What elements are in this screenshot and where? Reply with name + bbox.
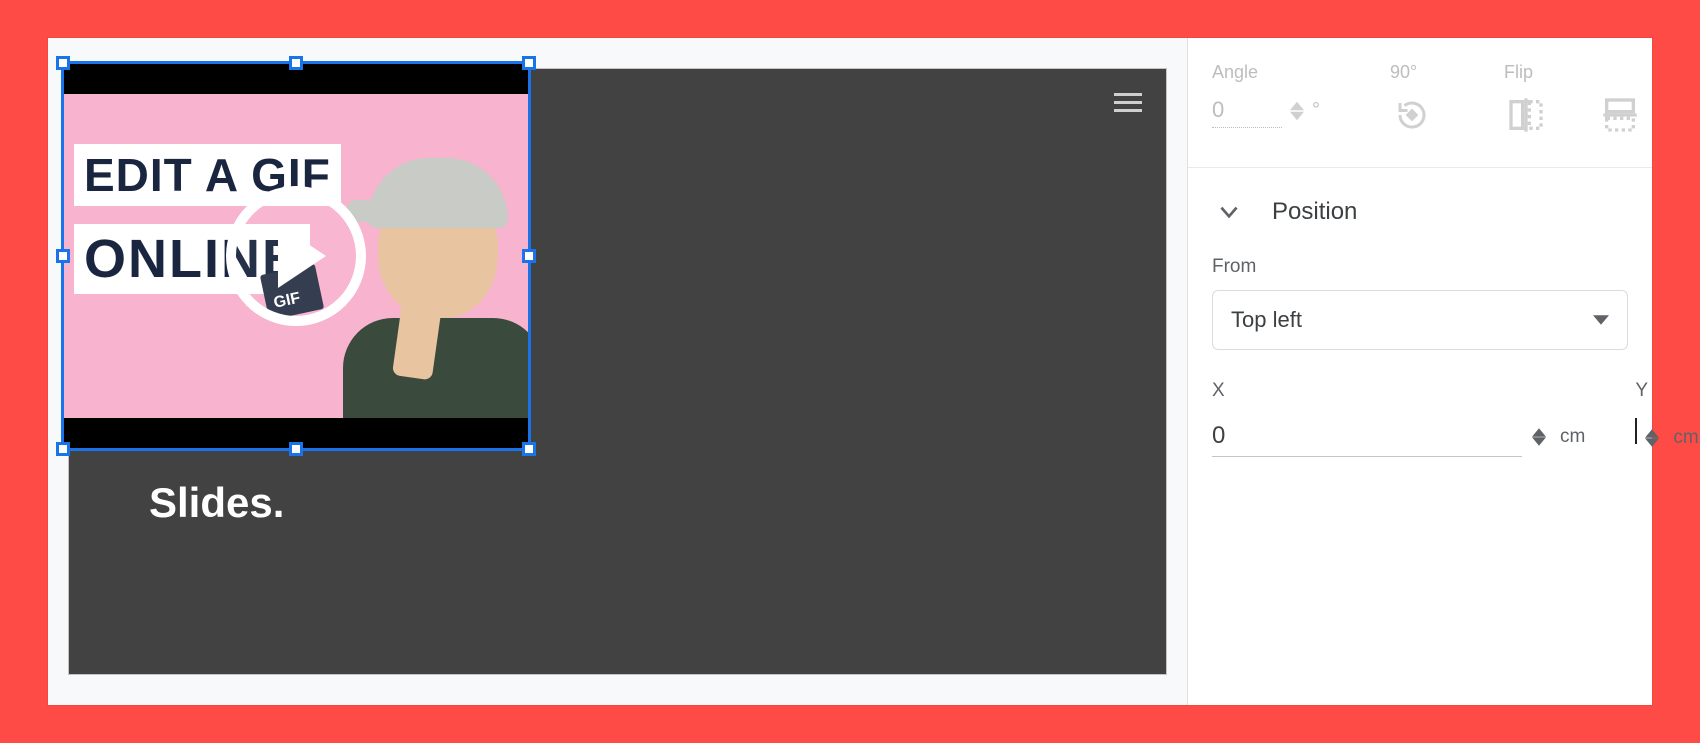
- selected-video-object[interactable]: EDIT A GIF ONLINE: [61, 61, 531, 451]
- from-label: From: [1212, 256, 1628, 278]
- x-column: X cm: [1212, 380, 1585, 459]
- angle-stepper[interactable]: [1290, 101, 1304, 121]
- app-window: EDIT A GIF ONLINE: [48, 38, 1652, 705]
- flip-group: Flip: [1504, 62, 1642, 137]
- hamburger-icon[interactable]: [1114, 93, 1142, 112]
- flip-vertical-icon[interactable]: [1598, 93, 1642, 137]
- slide-frame[interactable]: EDIT A GIF ONLINE: [68, 68, 1167, 675]
- dropdown-caret-icon: [1593, 312, 1609, 328]
- flip-horizontal-icon[interactable]: [1504, 93, 1548, 137]
- flip-label: Flip: [1504, 62, 1642, 83]
- angle-group: Angle °: [1212, 62, 1320, 128]
- resize-handle-bottom-right[interactable]: [522, 442, 536, 456]
- angle-label: Angle: [1212, 62, 1320, 83]
- y-unit: cm: [1673, 427, 1698, 449]
- chevron-down-icon: [1216, 199, 1242, 225]
- x-unit: cm: [1560, 426, 1585, 448]
- xy-row: X cm Y: [1188, 350, 1652, 459]
- x-input[interactable]: [1212, 416, 1522, 457]
- angle-input[interactable]: [1212, 93, 1282, 128]
- play-icon[interactable]: [226, 186, 366, 326]
- resize-handle-bottom-mid[interactable]: [289, 442, 303, 456]
- resize-handle-mid-left[interactable]: [56, 249, 70, 263]
- slide-title-text[interactable]: Slides.: [149, 479, 284, 527]
- from-block: From Top left: [1188, 252, 1652, 350]
- canvas-area: EDIT A GIF ONLINE: [48, 38, 1187, 705]
- position-section-header[interactable]: Position: [1188, 168, 1652, 252]
- format-options-panel: Angle ° 90°: [1187, 38, 1652, 705]
- rotate-90-group: 90°: [1390, 62, 1434, 137]
- rotate-90-label: 90°: [1390, 62, 1434, 83]
- y-stepper[interactable]: [1645, 429, 1659, 447]
- degree-symbol: °: [1312, 99, 1320, 122]
- x-label: X: [1212, 380, 1585, 402]
- resize-handle-top-left[interactable]: [56, 56, 70, 70]
- resize-handle-top-right[interactable]: [522, 56, 536, 70]
- from-dropdown-value: Top left: [1231, 307, 1302, 333]
- y-label: Y: [1635, 380, 1698, 402]
- x-stepper[interactable]: [1532, 428, 1546, 446]
- rotation-section: Angle ° 90°: [1188, 38, 1652, 168]
- resize-handle-top-mid[interactable]: [289, 56, 303, 70]
- resize-handle-mid-right[interactable]: [522, 249, 536, 263]
- from-dropdown[interactable]: Top left: [1212, 290, 1628, 350]
- y-column: Y cm: [1635, 380, 1698, 459]
- position-section-title: Position: [1272, 198, 1357, 226]
- rotate-90-icon[interactable]: [1390, 93, 1434, 137]
- resize-handle-bottom-left[interactable]: [56, 442, 70, 456]
